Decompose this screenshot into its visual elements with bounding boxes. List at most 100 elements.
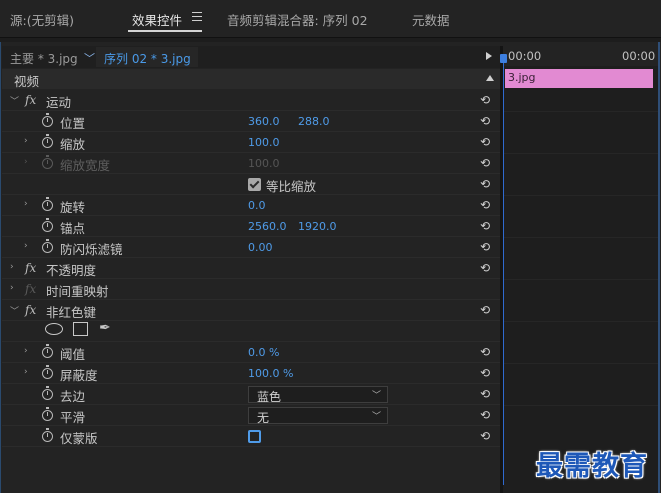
chevron-down-icon[interactable]: ﹀ (10, 304, 19, 317)
reset-icon[interactable]: ⟲ (480, 240, 494, 254)
watermark-text: 最需教育 (536, 451, 648, 482)
defringe-label: 去边 (60, 389, 86, 404)
timeline-row-line (503, 405, 658, 406)
video-section-label: 视频 (14, 74, 40, 89)
time-remap-label: 时间重映射 (46, 284, 109, 299)
smoothing-dropdown[interactable]: 无 ﹀ (248, 407, 388, 425)
motion-label: 运动 (46, 95, 72, 110)
stopwatch-icon[interactable] (42, 134, 53, 148)
chevron-right-icon[interactable]: › (24, 199, 28, 209)
reset-icon[interactable]: ⟲ (480, 177, 494, 191)
timeline-row-line (503, 195, 658, 196)
tab-source[interactable]: 源:(无剪辑) (10, 10, 74, 29)
reset-icon[interactable]: ⟲ (480, 114, 494, 128)
ellipse-mask-icon[interactable] (45, 323, 63, 335)
pen-mask-icon[interactable]: ✒ (99, 320, 111, 336)
active-tab-underline (128, 30, 202, 32)
reset-icon[interactable]: ⟲ (480, 219, 494, 233)
tab-effect-controls[interactable]: 效果控件 (132, 10, 182, 29)
uniform-scale-label: 等比缩放 (266, 179, 317, 194)
rotation-value[interactable]: 0.0 (248, 199, 266, 212)
cutoff-label: 屏蔽度 (60, 368, 98, 383)
scale-width-value: 100.0 (248, 157, 280, 170)
timeline-row-line (503, 237, 658, 238)
reset-icon[interactable]: ⟲ (480, 135, 494, 149)
timeline-clip[interactable]: 3.jpg (505, 69, 653, 88)
chevron-right-icon[interactable]: › (10, 262, 14, 272)
chevron-right-icon[interactable]: › (24, 346, 28, 356)
uniform-scale-checkbox[interactable] (248, 178, 261, 191)
reset-icon[interactable]: ⟲ (480, 198, 494, 212)
reset-icon[interactable]: ⟲ (480, 345, 494, 359)
stopwatch-icon[interactable] (42, 428, 53, 442)
scale-width-label: 缩放宽度 (60, 158, 111, 173)
fx-icon[interactable]: fx (25, 303, 36, 317)
timeline-row-line (503, 363, 658, 364)
reset-icon[interactable]: ⟲ (480, 429, 494, 443)
fx-icon[interactable]: fx (25, 261, 36, 275)
cutoff-value[interactable]: 100.0 % (248, 367, 293, 380)
anchor-label: 锚点 (60, 221, 86, 236)
video-section-header (2, 69, 500, 89)
master-clip-label[interactable]: 主要 * 3.jpg (10, 50, 78, 67)
mask-only-checkbox[interactable] (248, 430, 261, 443)
panel-border (0, 42, 1, 493)
chevron-down-icon: ﹀ (371, 412, 381, 422)
stopwatch-icon[interactable] (42, 218, 53, 232)
chevron-right-icon[interactable]: › (24, 136, 28, 146)
anti-flicker-label: 防闪烁滤镜 (60, 242, 123, 257)
anchor-y-value[interactable]: 1920.0 (298, 220, 337, 233)
threshold-label: 阈值 (60, 347, 86, 362)
sequence-clip-label[interactable]: 序列 02 * 3.jpg (104, 50, 191, 67)
tab-audio-clip-mixer[interactable]: 音频剪辑混合器: 序列 02 (227, 10, 368, 29)
chevron-right-icon[interactable]: › (10, 283, 14, 293)
timeline-row-line (503, 111, 658, 112)
reset-icon[interactable]: ⟲ (480, 366, 494, 380)
scale-value[interactable]: 100.0 (248, 136, 280, 149)
reset-icon[interactable]: ⟲ (480, 156, 494, 170)
stopwatch-icon[interactable] (42, 344, 53, 358)
stopwatch-icon[interactable] (42, 386, 53, 400)
reset-icon[interactable]: ⟲ (480, 387, 494, 401)
stopwatch-icon[interactable] (42, 365, 53, 379)
chevron-right-icon: › (24, 157, 28, 167)
stopwatch-icon[interactable] (42, 407, 53, 421)
smoothing-label: 平滑 (60, 410, 86, 425)
non-red-key-label: 非红色键 (46, 305, 97, 320)
anti-flicker-value[interactable]: 0.00 (248, 241, 273, 254)
chevron-right-icon[interactable]: › (24, 241, 28, 251)
scroll-up-icon[interactable] (486, 75, 494, 81)
tab-metadata[interactable]: 元数据 (412, 10, 450, 29)
reset-icon[interactable]: ⟲ (480, 93, 494, 107)
timeline-clip-label: 3.jpg (508, 71, 536, 84)
anchor-x-value[interactable]: 2560.0 (248, 220, 287, 233)
mask-only-label: 仅蒙版 (60, 431, 98, 446)
timeline-row-line (503, 321, 658, 322)
fx-icon[interactable]: fx (25, 93, 36, 107)
play-icon[interactable] (486, 52, 492, 60)
panel-menu-icon[interactable] (192, 12, 202, 21)
playhead-handle[interactable] (500, 54, 507, 63)
timecode-end: 00:00 (622, 49, 656, 63)
effect-row-motion[interactable] (2, 90, 500, 111)
effect-timeline[interactable] (503, 46, 658, 493)
chevron-down-icon[interactable]: ﹀ (10, 94, 19, 107)
timeline-row-line (503, 279, 658, 280)
position-x-value[interactable]: 360.0 (248, 115, 280, 128)
rectangle-mask-icon[interactable] (73, 322, 88, 336)
stopwatch-icon[interactable] (42, 239, 53, 253)
smoothing-selected: 无 (257, 411, 270, 425)
scale-label: 缩放 (60, 137, 86, 152)
chevron-down-icon[interactable]: ﹀ (84, 50, 95, 66)
reset-icon[interactable]: ⟲ (480, 408, 494, 422)
stopwatch-icon[interactable] (42, 197, 53, 211)
position-y-value[interactable]: 288.0 (298, 115, 330, 128)
defringe-dropdown[interactable]: 蓝色 ﹀ (248, 386, 388, 404)
stopwatch-icon[interactable] (42, 113, 53, 127)
reset-icon[interactable]: ⟲ (480, 261, 494, 275)
opacity-label: 不透明度 (46, 263, 97, 278)
reset-icon[interactable]: ⟲ (480, 303, 494, 317)
threshold-value[interactable]: 0.0 % (248, 346, 279, 359)
playhead-line[interactable] (503, 55, 504, 485)
chevron-right-icon[interactable]: › (24, 367, 28, 377)
